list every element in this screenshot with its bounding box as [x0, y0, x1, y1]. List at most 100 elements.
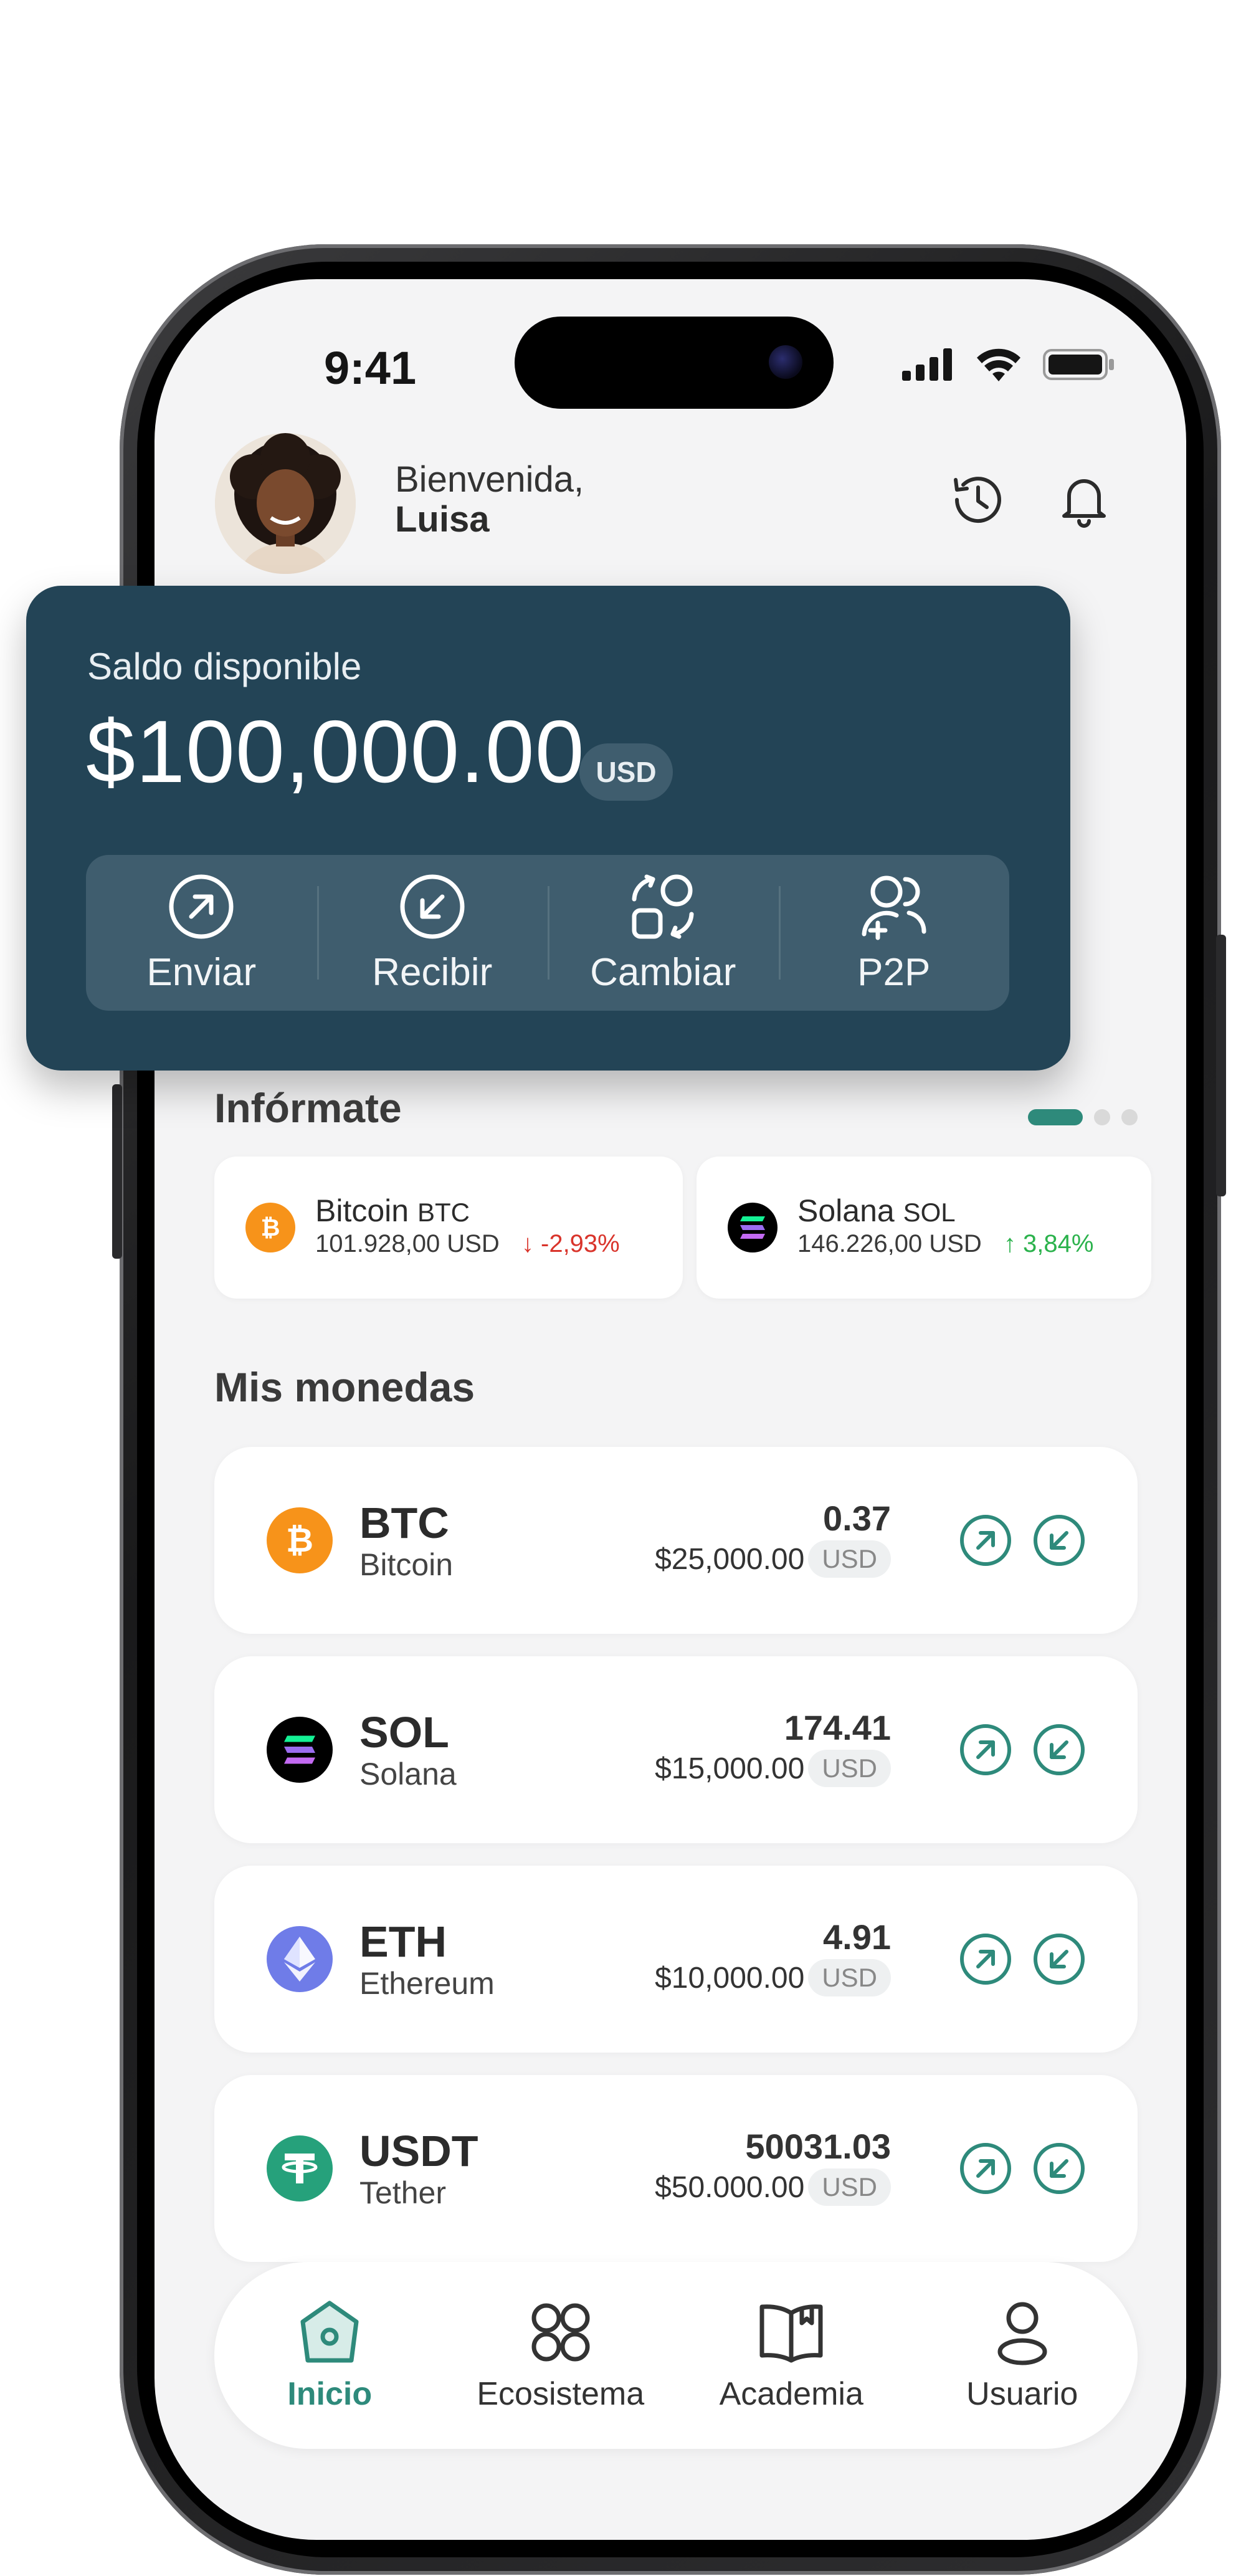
dynamic-island	[515, 317, 834, 409]
coin-quantity: 174.41	[784, 1708, 891, 1747]
coin-value: $50.000.00	[655, 2170, 805, 2204]
carousel-dots	[1028, 1109, 1138, 1125]
balance-currency-badge: USD	[579, 743, 673, 801]
signal-icon	[902, 348, 952, 381]
coin-card-usdt[interactable]: USDT Tether 50031.03 $50.000.00 USD	[214, 2075, 1138, 2262]
quick-actions: Enviar Recibir Cambiar P2P	[86, 855, 1009, 1011]
ticker-name-line: Bitcoin BTC	[315, 1193, 470, 1229]
greeting-text: Bienvenida,	[395, 459, 584, 500]
send-label: Enviar	[146, 950, 257, 994]
coin-name: Bitcoin	[359, 1547, 454, 1582]
nav-item-usuario[interactable]: Usuario	[907, 2262, 1138, 2449]
balance-amount: $100,000.00	[86, 702, 585, 801]
ticker-card-btc[interactable]: ₿ Bitcoin BTC 101.928,00 USD ↓ -2,93%	[214, 1157, 683, 1299]
p2p-label: P2P	[857, 950, 931, 994]
receive-arrow-icon[interactable]	[1033, 1933, 1085, 1985]
coin-card-btc[interactable]: ₿ BTC Bitcoin 0.37 $25,000.00 USD	[214, 1447, 1138, 1634]
coin-value-line: $10,000.00 USD	[655, 1959, 891, 1996]
solana-icon	[728, 1203, 778, 1252]
balance-label: Saldo disponible	[87, 646, 362, 687]
wifi-icon	[977, 348, 1020, 381]
history-icon[interactable]	[947, 469, 1009, 531]
receive-arrow-icon[interactable]	[1033, 1724, 1085, 1776]
send-arrow-icon	[169, 874, 234, 938]
coin-value-line: $25,000.00 USD	[655, 1540, 891, 1578]
svg-text:₿: ₿	[261, 1214, 280, 1241]
users-icon	[862, 875, 926, 940]
tether-icon	[267, 2135, 333, 2202]
coin-name: Solana	[359, 1757, 457, 1791]
swap-icon	[632, 874, 694, 938]
p2p-button[interactable]: P2P	[778, 855, 1010, 1011]
coin-card-sol[interactable]: SOL Solana 174.41 $15,000.00 USD	[214, 1656, 1138, 1843]
coin-name: Tether	[359, 2175, 446, 2210]
receive-arrow-icon[interactable]	[1033, 1514, 1085, 1567]
send-arrow-icon[interactable]	[959, 1933, 1012, 1985]
ticker-name: Bitcoin	[315, 1193, 409, 1228]
coin-symbol: SOL	[359, 1708, 449, 1757]
ticker-symbol: BTC	[417, 1198, 470, 1227]
svg-text:₿: ₿	[286, 1520, 313, 1560]
nav-item-inicio[interactable]: Inicio	[214, 2262, 445, 2449]
coin-value: $10,000.00	[655, 1961, 805, 1995]
bitcoin-icon: ₿	[245, 1203, 295, 1252]
coin-value-line: $50.000.00 USD	[655, 2168, 891, 2206]
camera-icon	[769, 345, 802, 379]
receive-arrow-icon[interactable]	[1033, 2142, 1085, 2195]
send-arrow-icon[interactable]	[959, 1514, 1012, 1567]
coin-currency-badge: USD	[808, 1959, 891, 1996]
grid-icon	[531, 2303, 590, 2362]
send-arrow-icon[interactable]	[959, 1724, 1012, 1776]
ticker-price-line: 146.226,00 USD ↑ 3,84%	[797, 1230, 1093, 1258]
informate-title: Infórmate	[214, 1085, 402, 1131]
receive-button[interactable]: Recibir	[316, 855, 548, 1011]
coin-value: $25,000.00	[655, 1542, 805, 1576]
carousel-dot-active[interactable]	[1028, 1109, 1083, 1125]
coin-symbol: ETH	[359, 1917, 447, 1966]
coin-symbol: USDT	[359, 2127, 478, 2175]
ticker-name: Solana	[797, 1193, 895, 1228]
ticker-price-line: 101.928,00 USD ↓ -2,93%	[315, 1230, 620, 1258]
greeting: Bienvenida, Luisa	[395, 460, 584, 540]
coin-value: $15,000.00	[655, 1752, 805, 1785]
coin-quantity: 50031.03	[745, 2127, 891, 2166]
avatar[interactable]	[215, 433, 356, 574]
bell-icon[interactable]	[1053, 469, 1115, 531]
coin-value-line: $15,000.00 USD	[655, 1750, 891, 1787]
send-arrow-icon[interactable]	[959, 2142, 1012, 2195]
ticker-price: 101.928,00 USD	[315, 1230, 500, 1257]
battery-icon	[1043, 349, 1114, 380]
volume-button	[112, 1084, 122, 1259]
nav-item-ecosistema[interactable]: Ecosistema	[445, 2262, 677, 2449]
ticker-change: ↓ -2,93%	[521, 1230, 620, 1257]
ticker-card-sol[interactable]: Solana SOL 146.226,00 USD ↑ 3,84%	[697, 1157, 1151, 1299]
coin-card-eth[interactable]: ETH Ethereum 4.91 $10,000.00 USD	[214, 1866, 1138, 2053]
send-button[interactable]: Enviar	[86, 855, 317, 1011]
nav-item-academia[interactable]: Academia	[676, 2262, 907, 2449]
mis-monedas-title: Mis monedas	[214, 1364, 475, 1410]
status-icons	[902, 348, 1115, 381]
coin-currency-badge: USD	[808, 1750, 891, 1787]
coin-currency-badge: USD	[808, 1540, 891, 1578]
status-time: 9:41	[324, 342, 417, 394]
carousel-dot[interactable]	[1121, 1109, 1138, 1125]
ticker-change: ↑ 3,84%	[1003, 1230, 1094, 1257]
coin-currency-badge: USD	[808, 2168, 891, 2206]
book-icon	[759, 2304, 823, 2363]
ticker-name-line: Solana SOL	[797, 1193, 956, 1229]
swap-button[interactable]: Cambiar	[548, 855, 779, 1011]
nav-label: Academia	[719, 2376, 863, 2412]
coin-name: Ethereum	[359, 1966, 495, 2001]
ticker-symbol: SOL	[903, 1198, 956, 1227]
nav-label: Usuario	[966, 2376, 1078, 2412]
ticker-price: 146.226,00 USD	[797, 1230, 982, 1257]
coin-quantity: 4.91	[823, 1917, 891, 1957]
nav-label: Ecosistema	[477, 2376, 645, 2412]
balance-card: Saldo disponible $100,000.00 USD Enviar …	[26, 586, 1070, 1071]
carousel-dot[interactable]	[1094, 1109, 1110, 1125]
avatar-portrait	[215, 433, 356, 574]
solana-icon	[267, 1717, 333, 1783]
user-name: Luisa	[395, 499, 490, 540]
coin-symbol: BTC	[359, 1499, 449, 1547]
nav-label: Inicio	[287, 2376, 373, 2412]
